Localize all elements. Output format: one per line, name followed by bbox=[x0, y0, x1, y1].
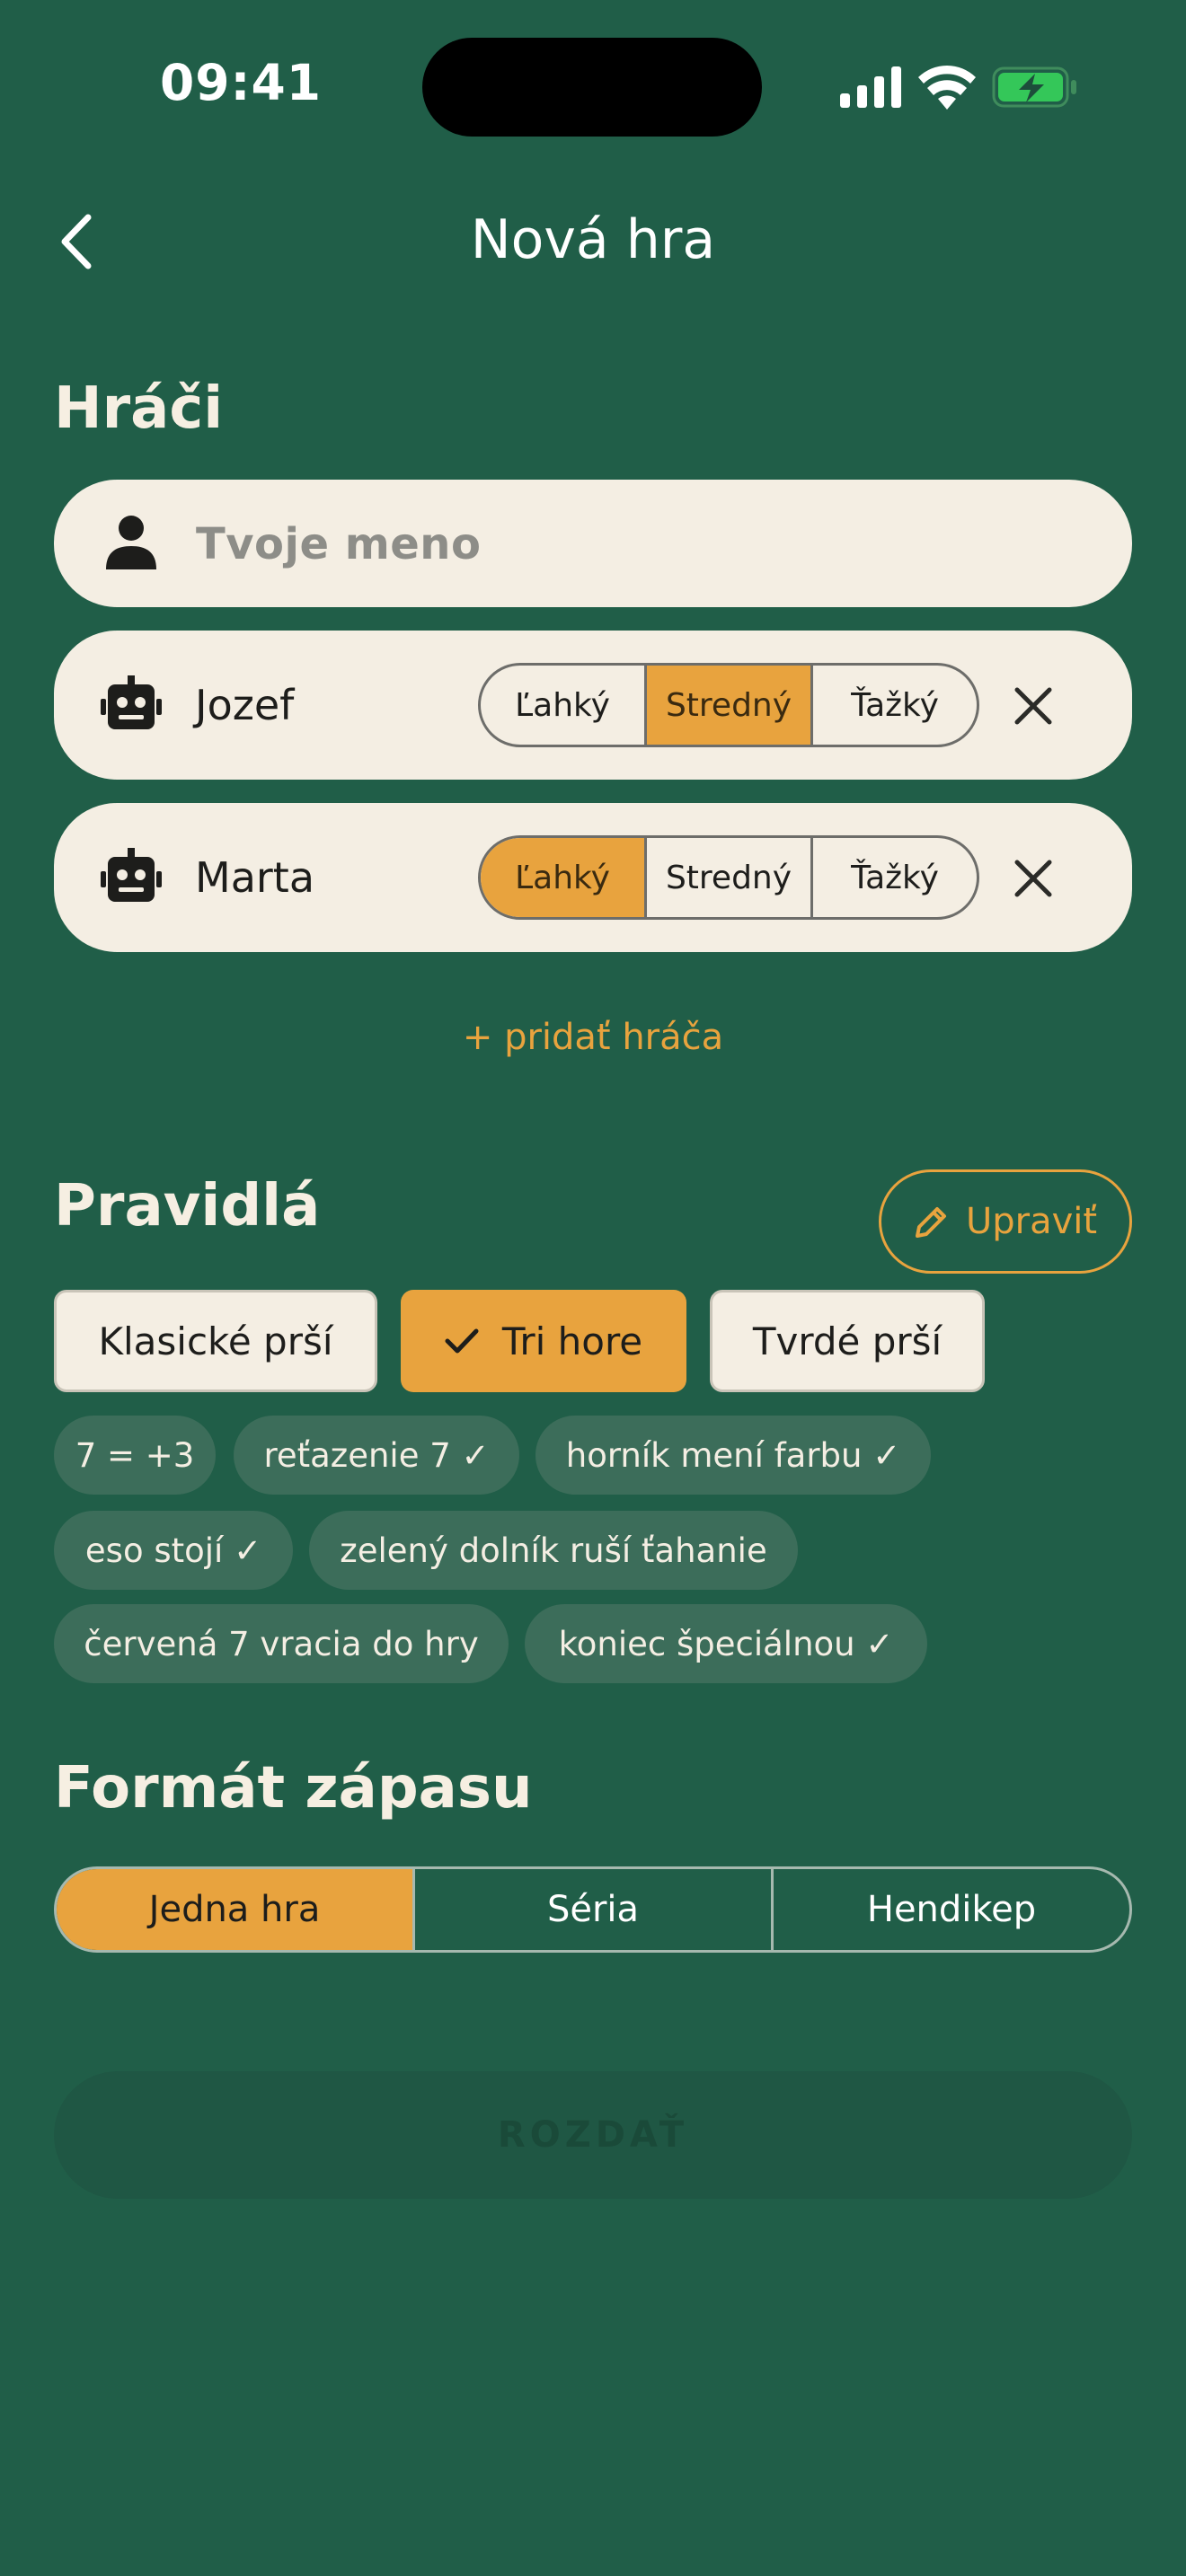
difficulty-selector: Ľahký Stredný Ťažký bbox=[478, 663, 979, 747]
player-row: Marta Ľahký Stredný Ťažký bbox=[54, 803, 1132, 952]
player-row: Jozef Ľahký Stredný Ťažký bbox=[54, 631, 1132, 780]
status-time: 09:41 bbox=[160, 54, 323, 111]
robot-icon bbox=[101, 848, 162, 902]
edit-rules-label: Upraviť bbox=[965, 1201, 1098, 1242]
name-placeholder: Tvoje meno bbox=[196, 519, 482, 569]
difficulty-hard[interactable]: Ťažký bbox=[813, 838, 977, 917]
check-icon bbox=[445, 1328, 479, 1354]
rule-chip: eso stojí ✓ bbox=[54, 1511, 293, 1590]
difficulty-hard[interactable]: Ťažký bbox=[813, 666, 977, 745]
rule-chip: 7 = +3 bbox=[54, 1416, 216, 1495]
preset-label: Tri hore bbox=[501, 1319, 643, 1363]
players-heading: Hráči bbox=[54, 375, 224, 442]
difficulty-easy[interactable]: Ľahký bbox=[481, 838, 647, 917]
preset-classic[interactable]: Klasické prší bbox=[54, 1290, 377, 1392]
preset-label: Tvrdé prší bbox=[752, 1319, 943, 1363]
preset-tri-hore[interactable]: Tri hore bbox=[401, 1290, 686, 1392]
difficulty-medium[interactable]: Stredný bbox=[647, 838, 813, 917]
rule-chip: koniec špeciálnou ✓ bbox=[525, 1604, 927, 1683]
close-icon[interactable] bbox=[1012, 684, 1055, 728]
difficulty-medium[interactable]: Stredný bbox=[647, 666, 813, 745]
name-input[interactable]: Tvoje meno bbox=[54, 480, 1132, 607]
difficulty-selector: Ľahký Stredný Ťažký bbox=[478, 835, 979, 920]
signal-icon bbox=[840, 66, 901, 108]
format-single[interactable]: Jedna hra bbox=[57, 1869, 415, 1950]
rule-chip: červená 7 vracia do hry bbox=[54, 1604, 509, 1683]
preset-label: Klasické prší bbox=[98, 1319, 333, 1363]
person-icon bbox=[106, 516, 156, 569]
pencil-icon bbox=[915, 1207, 946, 1238]
format-selector: Jedna hra Séria Hendikep bbox=[54, 1866, 1132, 1953]
deal-button[interactable]: ROZDAŤ bbox=[54, 2071, 1132, 2199]
rule-chip: horník mení farbu ✓ bbox=[535, 1416, 931, 1495]
page-title: Nová hra bbox=[470, 208, 716, 271]
difficulty-easy[interactable]: Ľahký bbox=[481, 666, 647, 745]
battery-icon bbox=[992, 66, 1076, 108]
wifi-icon bbox=[918, 66, 976, 110]
add-player-link[interactable]: + pridať hráča bbox=[0, 1017, 1186, 1058]
rules-heading: Pravidlá bbox=[54, 1173, 321, 1239]
player-name: Marta bbox=[195, 853, 315, 902]
format-heading: Formát zápasu bbox=[54, 1755, 533, 1822]
format-handicap[interactable]: Hendikep bbox=[774, 1869, 1129, 1950]
rule-chip: reťazenie 7 ✓ bbox=[234, 1416, 519, 1495]
edit-rules-button[interactable]: Upraviť bbox=[879, 1169, 1132, 1274]
close-icon[interactable] bbox=[1012, 857, 1055, 900]
dynamic-island bbox=[422, 38, 762, 137]
robot-icon bbox=[101, 675, 162, 729]
player-name: Jozef bbox=[195, 681, 295, 729]
format-series[interactable]: Séria bbox=[415, 1869, 774, 1950]
preset-hard[interactable]: Tvrdé prší bbox=[710, 1290, 985, 1392]
rule-chip: zelený dolník ruší ťahanie bbox=[309, 1511, 798, 1590]
